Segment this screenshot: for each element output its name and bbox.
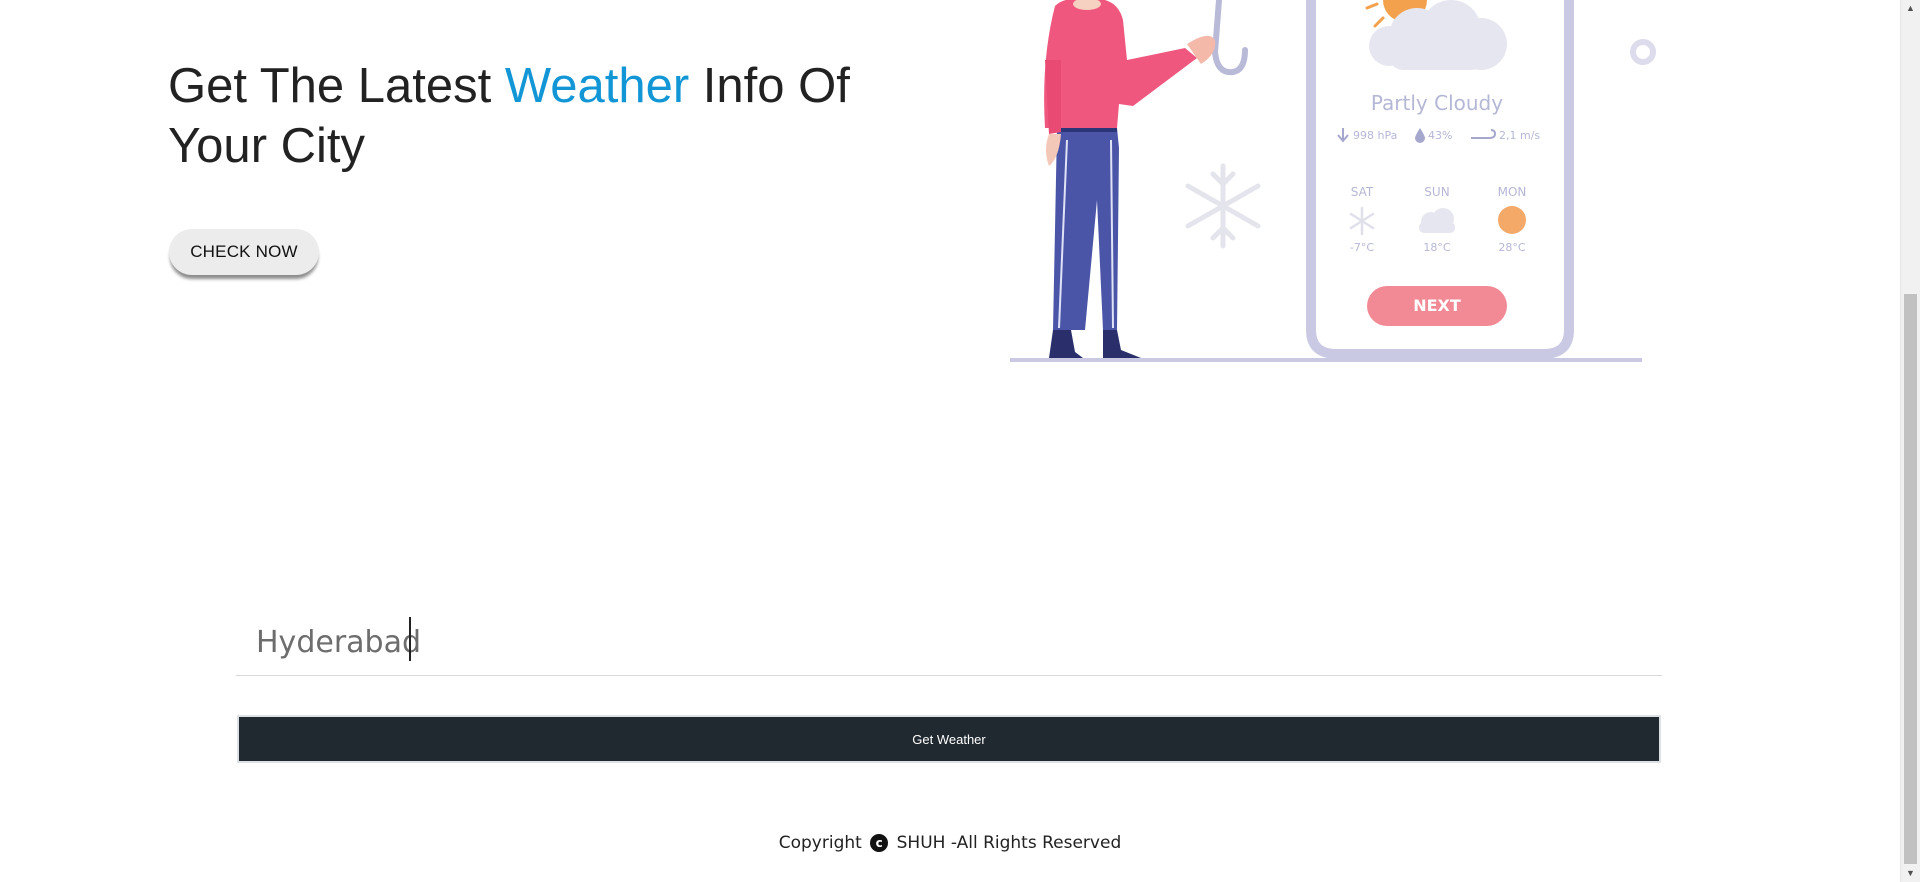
- title-part-1: Get The Latest: [168, 59, 505, 113]
- forecast-day: SUN: [1424, 185, 1449, 199]
- shoe-left: [1049, 330, 1083, 358]
- shoe-right: [1103, 330, 1141, 358]
- wind-text: 2,1 m/s: [1499, 129, 1540, 142]
- footer-owner-text: SHUH -All Rights Reserved: [896, 833, 1122, 853]
- weather-illustration: Partly Cloudy 998 hPa 43% 2,1 m/s SAT SU…: [1010, 0, 1656, 362]
- snowflake-decoration: [1185, 163, 1261, 249]
- person-shirt: [1044, 0, 1197, 128]
- check-now-button[interactable]: CHECK NOW: [169, 229, 319, 275]
- sun-icon: [1498, 206, 1526, 234]
- footer-copyright-label: Copyright: [778, 833, 862, 853]
- forecast-day: SAT: [1351, 185, 1374, 199]
- forecast-temp: -7°C: [1350, 241, 1374, 254]
- hero-title: Get The Latest Weather Info Of Your City: [168, 56, 898, 176]
- humidity-text: 43%: [1428, 129, 1452, 142]
- scrollbar-thumb[interactable]: [1904, 294, 1917, 864]
- scroll-down-arrow-icon[interactable]: ▼: [1901, 865, 1920, 882]
- page: Get The Latest Weather Info Of Your City…: [0, 0, 1920, 882]
- forecast-temp: 28°C: [1498, 241, 1525, 254]
- city-input[interactable]: [236, 610, 1662, 676]
- get-weather-button[interactable]: Get Weather: [237, 715, 1661, 763]
- title-accent-word: Weather: [504, 59, 690, 113]
- copyright-icon: c: [870, 834, 889, 852]
- forecast-day: MON: [1498, 185, 1527, 199]
- scroll-up-arrow-icon[interactable]: ▲: [1901, 0, 1920, 17]
- vertical-scrollbar[interactable]: ▲ ▼: [1900, 0, 1920, 882]
- umbrella-handle: [1211, 0, 1248, 76]
- text-caret: [409, 617, 411, 661]
- condition-text: Partly Cloudy: [1371, 91, 1503, 115]
- pressure-text: 998 hPa: [1353, 129, 1397, 142]
- forecast-temp: 18°C: [1423, 241, 1450, 254]
- footer: Copyright c SHUH -All Rights Reserved: [0, 833, 1900, 853]
- next-button-label: NEXT: [1413, 296, 1461, 315]
- ring-decoration: [1630, 39, 1656, 65]
